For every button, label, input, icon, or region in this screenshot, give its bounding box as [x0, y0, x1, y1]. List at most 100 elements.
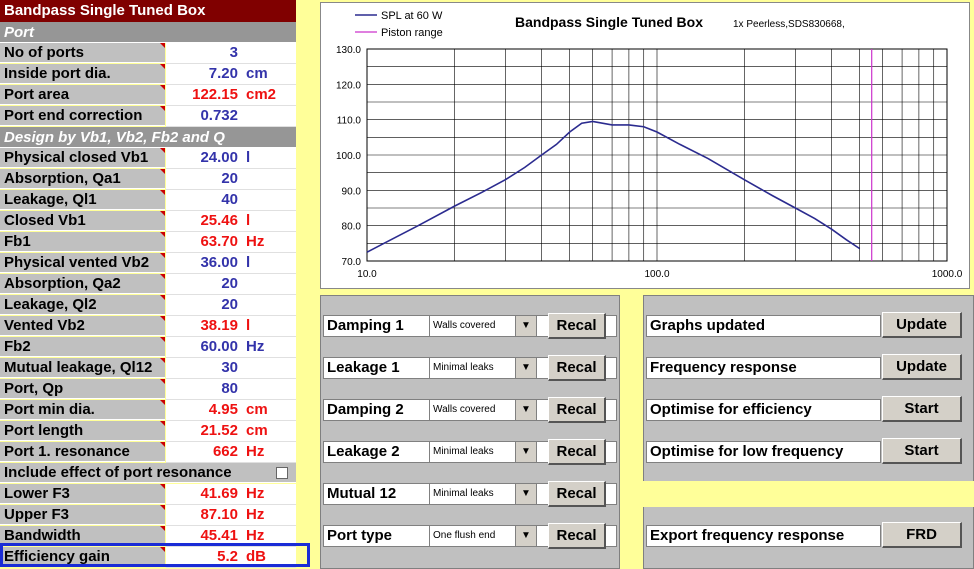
action-button[interactable]: FRD [882, 522, 962, 548]
design-param-value-cell[interactable]: 20 [166, 169, 296, 190]
design-param-value-cell[interactable]: 30 [166, 358, 296, 379]
option-dropdown[interactable]: Minimal leaks ▼ [429, 357, 537, 379]
dropdown-selected-value: Minimal leaks [433, 488, 494, 499]
result-param-value: 41.69 [200, 485, 238, 502]
design-param-value-cell[interactable]: 25.46 l [166, 211, 296, 232]
control-label: Leakage 2 [327, 443, 400, 460]
design-param-label: Port, Qp [0, 379, 165, 399]
design-param-unit: l [246, 254, 251, 271]
x-tick-label: 100.0 [644, 269, 669, 280]
comment-marker [160, 64, 165, 69]
port-param-value-cell[interactable]: 0.732 [166, 106, 296, 127]
design-param-value-cell[interactable]: 662 Hz [166, 442, 296, 463]
spl-chart-panel: 70.0 80.0 90.0 100.0 110.0 120.0 130.0 10.0 100.… [320, 2, 970, 289]
design-param-row: Mutual leakage, Ql12 30 [0, 358, 296, 379]
option-dropdown[interactable]: Walls covered ▼ [429, 315, 537, 337]
chart-subtitle: 1x Peerless,SDS830668, [733, 19, 845, 30]
design-param-value-cell[interactable]: 40 [166, 190, 296, 211]
dropdown-selected-value: Walls covered [433, 404, 496, 415]
y-tick-label: 80.0 [342, 222, 362, 233]
legend-spl-label: SPL at 60 W [381, 10, 443, 22]
control-label: Damping 1 [327, 317, 404, 334]
design-param-value: 21.52 [200, 422, 238, 439]
x-tick-label: 1000.0 [932, 269, 963, 280]
design-param-unit: l [246, 212, 251, 229]
comment-marker [160, 337, 165, 342]
chart-title: Bandpass Single Tuned Box [515, 14, 703, 30]
action-row: Optimise for efficiency [646, 399, 881, 421]
y-tick-label: 130.0 [336, 45, 361, 56]
action-row: Export frequency response [646, 525, 881, 547]
design-param-row: Absorption, Qa2 20 [0, 274, 296, 295]
action-label: Optimise for low frequency [650, 443, 844, 460]
design-param-value-cell[interactable]: 20 [166, 274, 296, 295]
design-param-label: Leakage, Ql2 [0, 295, 165, 315]
action-button[interactable]: Start [882, 438, 962, 464]
port-param-value: 0.732 [200, 107, 238, 124]
design-param-value-cell[interactable]: 63.70 Hz [166, 232, 296, 253]
dropdown-selected-value: Minimal leaks [433, 446, 494, 457]
comment-marker [160, 526, 165, 531]
efficiency-gain-highlight [0, 543, 310, 567]
dropdown-arrow-icon[interactable]: ▼ [515, 358, 536, 378]
design-param-label: Port min dia. [0, 400, 165, 420]
design-param-label: Physical closed Vb1 [0, 148, 165, 168]
include-resonance-label: Include effect of port resonance [0, 463, 296, 483]
recalculate-button[interactable]: Recal [548, 439, 606, 465]
dropdown-arrow-icon[interactable]: ▼ [515, 400, 536, 420]
action-label: Graphs updated [650, 317, 766, 334]
port-param-value-cell[interactable]: 3 [166, 43, 296, 64]
action-button[interactable]: Update [882, 354, 962, 380]
y-tick-label: 90.0 [342, 186, 362, 197]
comment-marker [160, 190, 165, 195]
port-param-label: Port end correction [0, 106, 165, 126]
y-tick-label: 70.0 [342, 257, 362, 268]
comment-marker [160, 442, 165, 447]
y-tick-label: 110.0 [337, 116, 362, 127]
design-param-value-cell[interactable]: 60.00 Hz [166, 337, 296, 358]
recalculate-button[interactable]: Recal [548, 523, 606, 549]
design-param-row: Port, Qp 80 [0, 379, 296, 400]
design-param-value-cell[interactable]: 36.00 l [166, 253, 296, 274]
design-param-value-cell[interactable]: 21.52 cm [166, 421, 296, 442]
comment-marker [160, 505, 165, 510]
result-param-value-cell[interactable]: 41.69 Hz [166, 484, 296, 505]
design-param-value: 38.19 [200, 317, 238, 334]
recalculate-button[interactable]: Recal [548, 355, 606, 381]
comment-marker [160, 274, 165, 279]
design-param-row: Closed Vb1 25.46 l [0, 211, 296, 232]
port-param-row: Port area 122.15 cm2 [0, 85, 296, 106]
comment-marker [160, 85, 165, 90]
control-label: Port type [327, 527, 393, 544]
recalculate-button[interactable]: Recal [548, 397, 606, 423]
port-param-value-cell[interactable]: 122.15 cm2 [166, 85, 296, 106]
recalculate-button[interactable]: Recal [548, 313, 606, 339]
design-param-value-cell[interactable]: 24.00 l [166, 148, 296, 169]
design-param-value-cell[interactable]: 4.95 cm [166, 400, 296, 421]
dropdown-arrow-icon[interactable]: ▼ [515, 484, 536, 504]
design-param-unit: cm [246, 422, 268, 439]
result-param-unit: Hz [246, 485, 265, 502]
action-button[interactable]: Start [882, 396, 962, 422]
design-param-label: Port 1. resonance [0, 442, 165, 462]
option-dropdown[interactable]: Walls covered ▼ [429, 399, 537, 421]
action-row: Frequency response [646, 357, 881, 379]
design-param-value-cell[interactable]: 20 [166, 295, 296, 316]
design-param-label: Physical vented Vb2 [0, 253, 165, 273]
option-dropdown[interactable]: Minimal leaks ▼ [429, 441, 537, 463]
design-param-value-cell[interactable]: 38.19 l [166, 316, 296, 337]
port-param-value-cell[interactable]: 7.20 cm [166, 64, 296, 85]
action-button[interactable]: Update [882, 312, 962, 338]
option-dropdown[interactable]: One flush end ▼ [429, 525, 537, 547]
dropdown-arrow-icon[interactable]: ▼ [515, 442, 536, 462]
dropdown-arrow-icon[interactable]: ▼ [515, 316, 536, 336]
recalculate-button[interactable]: Recal [548, 481, 606, 507]
include-resonance-checkbox[interactable] [276, 467, 288, 479]
design-param-label: Closed Vb1 [0, 211, 165, 231]
design-param-row: Physical vented Vb2 36.00 l [0, 253, 296, 274]
damping-controls-panel: Damping 1 Walls covered ▼ Recal Leakage 1 Min… [320, 295, 620, 569]
result-param-value-cell[interactable]: 87.10 Hz [166, 505, 296, 526]
option-dropdown[interactable]: Minimal leaks ▼ [429, 483, 537, 505]
dropdown-arrow-icon[interactable]: ▼ [515, 526, 536, 546]
design-param-value-cell[interactable]: 80 [166, 379, 296, 400]
